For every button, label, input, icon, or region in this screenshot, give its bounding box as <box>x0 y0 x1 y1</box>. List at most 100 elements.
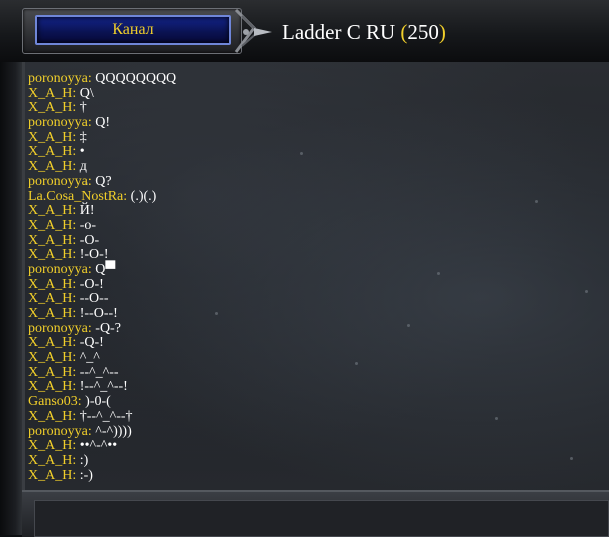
username-separator: : <box>72 364 80 380</box>
chat-text: -o- <box>79 217 97 233</box>
chat-text: Й! <box>79 203 95 219</box>
chat-message: X_A_H: --O-- <box>28 291 176 307</box>
chat-username[interactable]: poronoyya <box>28 321 88 336</box>
chat-message: X_A_H: :) <box>28 452 176 469</box>
chat-message: X_A_H: ••^-^•• <box>28 438 176 454</box>
chat-text: (.)(.) <box>130 188 157 204</box>
chat-username[interactable]: X_A_H <box>28 306 72 321</box>
chat-text: !--^_^--! <box>79 379 128 395</box>
username-separator: : <box>72 217 80 233</box>
chat-username[interactable]: X_A_H <box>28 233 72 248</box>
chat-text: -O- <box>79 232 100 248</box>
username-separator: : <box>72 144 80 160</box>
channel-title: Ladder C RU (250) <box>282 20 446 45</box>
chat-username[interactable]: La.Cosa_NostRa <box>28 189 123 204</box>
chat-message: X_A_H: !--O--! <box>28 306 176 322</box>
chat-message: poronoyya: QQQQQQQQ <box>28 71 177 87</box>
chat-username[interactable]: poronoyya <box>28 262 88 277</box>
chat-username[interactable]: poronoyya <box>28 174 88 189</box>
chat-message: X_A_H: -O-! <box>28 276 176 293</box>
chat-text: --O-- <box>79 291 109 307</box>
user-count: 250 <box>407 20 439 44</box>
chat-message: X_A_H: -Q-! <box>28 336 176 351</box>
chat-text: Q? <box>95 173 112 189</box>
chat-text: --^_^-- <box>79 364 119 380</box>
chat-message: X_A_H: :-) <box>28 467 176 484</box>
username-separator: : <box>72 379 80 395</box>
left-frame-border <box>0 62 22 535</box>
chat-username[interactable]: poronoyya <box>28 71 88 86</box>
chat-log[interactable]: poronoyya: QQQQQQQQ X_A_H: Q\ X_A_H: † poro… <box>22 62 609 490</box>
channel-name: Ladder C RU <box>282 20 396 44</box>
chat-message: X_A_H: !--^_^--! <box>28 380 176 395</box>
channel-button[interactable]: Канал <box>35 15 231 45</box>
chat-username[interactable]: X_A_H <box>28 86 72 101</box>
username-separator: : <box>72 306 80 321</box>
chat-message: X_A_H: • <box>28 145 176 160</box>
username-separator: : <box>72 100 80 116</box>
chat-username[interactable]: X_A_H <box>28 247 72 262</box>
username-separator: : <box>72 335 80 351</box>
chat-username[interactable]: X_A_H <box>28 203 72 218</box>
username-separator: : <box>72 247 80 263</box>
chat-username[interactable]: X_A_H <box>28 277 72 292</box>
chat-message: poronoyya: Q? <box>28 173 176 190</box>
chat-username[interactable]: X_A_H <box>28 468 72 483</box>
chat-text: д <box>79 159 87 175</box>
chat-text: Q! <box>95 115 111 131</box>
chat-text: -Q-? <box>95 320 121 336</box>
username-separator: : <box>123 188 131 204</box>
chat-username[interactable]: poronoyya <box>28 424 88 439</box>
chat-message: X_A_H: †--^_^--† <box>28 408 176 425</box>
username-separator: : <box>72 129 80 145</box>
chat-username[interactable]: X_A_H <box>28 100 72 116</box>
chat-username[interactable]: X_A_H <box>28 409 72 424</box>
username-separator: : <box>72 159 80 175</box>
chat-text: ••^-^•• <box>79 438 118 454</box>
username-separator: : <box>72 276 80 292</box>
chat-text: ^_^ <box>79 350 100 366</box>
username-separator: : <box>72 203 80 219</box>
chat-username[interactable]: X_A_H <box>28 365 72 380</box>
chat-username[interactable]: X_A_H <box>28 291 72 306</box>
username-separator: : <box>72 467 80 483</box>
chat-message: X_A_H: Й! <box>28 203 176 219</box>
chat-text: †--^_^--† <box>79 408 133 424</box>
chat-text: :-) <box>79 467 93 483</box>
chat-input[interactable] <box>34 500 609 537</box>
chat-text: -Q-! <box>79 335 104 351</box>
username-separator: : <box>72 408 80 424</box>
username-separator: : <box>72 291 80 307</box>
chat-username[interactable]: X_A_H <box>28 130 72 145</box>
chat-message: La.Cosa_NostRa: (.)(.) <box>28 188 176 205</box>
chat-messages: poronoyya: QQQQQQQQ X_A_H: Q\ X_A_H: † poro… <box>28 71 177 484</box>
chat-username[interactable]: X_A_H <box>28 438 72 453</box>
chat-text: )-0-( <box>85 394 111 410</box>
chat-message: X_A_H: -o- <box>28 217 176 234</box>
chat-text: !-O-! <box>79 247 109 263</box>
chat-text: QQQQQQQQ <box>95 71 177 86</box>
chat-username[interactable]: X_A_H <box>28 218 72 233</box>
chat-message: poronoyya: ^-^)))) <box>28 424 176 440</box>
chat-text: • <box>79 144 85 160</box>
chat-text: Q▀ <box>95 261 116 277</box>
chat-username[interactable]: poronoyya <box>28 115 88 130</box>
close-paren: ) <box>438 20 446 44</box>
chat-text: -O-! <box>79 276 104 292</box>
chat-username[interactable]: X_A_H <box>28 144 72 160</box>
chat-message: poronoyya: Q! <box>28 115 176 131</box>
chat-message: Ganso03: )-0-( <box>28 394 176 410</box>
chat-message: poronoyya: Q▀ <box>28 261 176 278</box>
chat-username[interactable]: X_A_H <box>28 350 72 365</box>
chat-username[interactable]: Ganso03 <box>28 394 78 409</box>
chat-message: X_A_H: д <box>28 159 176 175</box>
username-separator: : <box>72 232 80 248</box>
chat-message: X_A_H: ^_^ <box>28 350 176 366</box>
chat-username[interactable]: X_A_H <box>28 335 72 351</box>
username-separator: : <box>72 452 80 468</box>
chat-text: !--O--! <box>79 306 118 321</box>
chat-username[interactable]: X_A_H <box>28 453 72 468</box>
chat-input-area <box>22 490 609 537</box>
chat-username[interactable]: X_A_H <box>28 159 72 174</box>
chat-username[interactable]: X_A_H <box>28 379 72 395</box>
